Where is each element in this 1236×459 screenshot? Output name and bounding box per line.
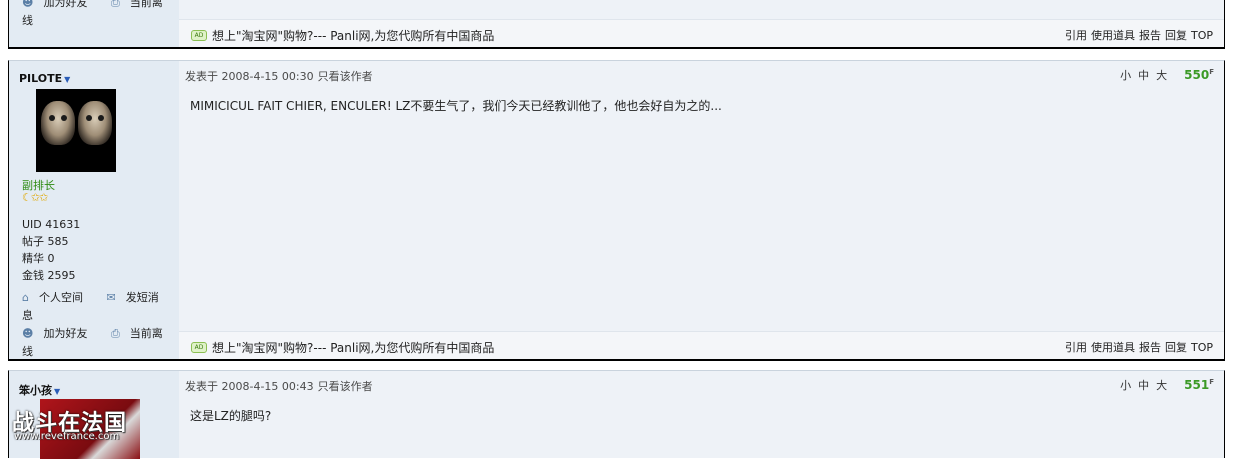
bulldog-image	[41, 101, 75, 145]
home-icon: ⌂	[22, 291, 29, 304]
signature-ad-link[interactable]: AD 想上"淘宝网"购物?--- Panli网,为您代购所有中国商品	[191, 27, 494, 44]
post-floor: 小中大 550F	[1113, 67, 1214, 83]
top-button[interactable]: TOP	[1191, 29, 1213, 42]
signature-bar: AD 想上"淘宝网"购物?--- Panli网,为您代购所有中国商品 引用 使用道…	[179, 19, 1224, 47]
caret-down-icon: ▼	[54, 387, 61, 396]
reply-button[interactable]: 回复	[1165, 341, 1187, 354]
font-medium-button[interactable]: 中	[1138, 69, 1149, 82]
only-author-link[interactable]: 只看该作者	[318, 380, 373, 393]
font-large-button[interactable]: 大	[1156, 379, 1167, 392]
user-stats: UID 41631 帖子 585 精华 0 金钱 2595	[22, 216, 80, 284]
floor-number[interactable]: 551F	[1177, 378, 1214, 392]
post-floor: 小中大 551F	[1113, 377, 1214, 393]
ad-icon: AD	[191, 342, 207, 353]
add-friend-icon: ☻	[22, 327, 34, 340]
printer-icon: ⎙	[110, 327, 120, 340]
username-menu[interactable]: PILOTE ▼	[19, 72, 70, 85]
use-item-button[interactable]: 使用道具	[1091, 29, 1135, 42]
report-button[interactable]: 报告	[1139, 341, 1161, 354]
user-links: ☻ 加为好友 ⎙ 当前离线	[22, 0, 179, 30]
stat-digest: 精华 0	[22, 252, 55, 265]
post-main: 发表于 2008-4-15 00:30 只看该作者 小中大 550F MIMICIC…	[179, 61, 1224, 359]
personal-space-link[interactable]: ⌂ 个人空间	[22, 291, 93, 304]
post-main: 发表于 2008-4-15 00:43 只看该作者 小中大 551F 这是LZ的腿吗…	[179, 371, 1224, 458]
bulldog-image	[78, 101, 112, 145]
post-date: 发表于 2008-4-15 00:43	[185, 380, 314, 393]
stat-uid: UID 41631	[22, 218, 81, 231]
post-previous: ☻ 加为好友 ⎙ 当前离线 AD 想上"淘宝网"购物?--- Panli网,为您代购…	[8, 0, 1225, 49]
font-large-button[interactable]: 大	[1156, 69, 1167, 82]
rank-stars-icon: ☾✩✩	[22, 191, 48, 204]
post-content: 这是LZ的腿吗?	[190, 409, 272, 423]
watermark-url: www.revefrance.com	[14, 431, 120, 442]
username-menu[interactable]: 笨小孩 ▼	[19, 382, 60, 398]
only-author-link[interactable]: 只看该作者	[318, 70, 373, 83]
user-links: ⌂ 个人空间 ✉ 发短消息 ☻ 加为好友 ⎙ 当前离线	[22, 289, 179, 361]
post-meta: 发表于 2008-4-15 00:30 只看该作者	[185, 68, 373, 84]
printer-icon: ⎙	[110, 0, 120, 9]
post-actions: 引用 使用道具 报告 回复 TOP	[1061, 27, 1213, 43]
font-medium-button[interactable]: 中	[1138, 379, 1149, 392]
quote-button[interactable]: 引用	[1065, 29, 1087, 42]
envelope-icon: ✉	[106, 291, 116, 304]
add-friend-link[interactable]: ☻ 加为好友	[22, 0, 97, 9]
caret-down-icon: ▼	[64, 75, 71, 84]
reply-button[interactable]: 回复	[1165, 29, 1187, 42]
avatar[interactable]	[36, 89, 116, 172]
ad-icon: AD	[191, 30, 207, 41]
stat-posts: 帖子 585	[22, 235, 69, 248]
report-button[interactable]: 报告	[1139, 29, 1161, 42]
use-item-button[interactable]: 使用道具	[1091, 341, 1135, 354]
post-sidebar: ☻ 加为好友 ⎙ 当前离线	[9, 0, 179, 47]
add-friend-link[interactable]: ☻ 加为好友	[22, 327, 97, 340]
post-actions: 引用 使用道具 报告 回复 TOP	[1061, 339, 1213, 355]
post-sidebar: PILOTE ▼ 副排长 ☾✩✩ UID 41631 帖子 585 精华 0 金钱…	[9, 61, 179, 359]
font-small-button[interactable]: 小	[1120, 69, 1131, 82]
post-content: MIMICICUL FAIT CHIER, ENCULER! LZ不要生气了，我…	[190, 99, 722, 113]
post-550: PILOTE ▼ 副排长 ☾✩✩ UID 41631 帖子 585 精华 0 金钱…	[8, 60, 1225, 361]
post-date: 发表于 2008-4-15 00:30	[185, 70, 314, 83]
site-watermark: 战斗在法国 www.revefrance.com	[12, 405, 146, 445]
stat-money: 金钱 2595	[22, 269, 76, 282]
signature-ad-link[interactable]: AD 想上"淘宝网"购物?--- Panli网,为您代购所有中国商品	[191, 339, 494, 356]
floor-number[interactable]: 550F	[1177, 68, 1214, 82]
top-button[interactable]: TOP	[1191, 341, 1213, 354]
font-small-button[interactable]: 小	[1120, 379, 1131, 392]
signature-bar: AD 想上"淘宝网"购物?--- Panli网,为您代购所有中国商品 引用 使用道…	[179, 331, 1224, 359]
add-friend-icon: ☻	[22, 0, 34, 9]
post-meta: 发表于 2008-4-15 00:43 只看该作者	[185, 378, 373, 394]
quote-button[interactable]: 引用	[1065, 341, 1087, 354]
post-551: 笨小孩 ▼ 发表于 2008-4-15 00:43 只看该作者 小中大 551F 这是…	[8, 370, 1225, 459]
